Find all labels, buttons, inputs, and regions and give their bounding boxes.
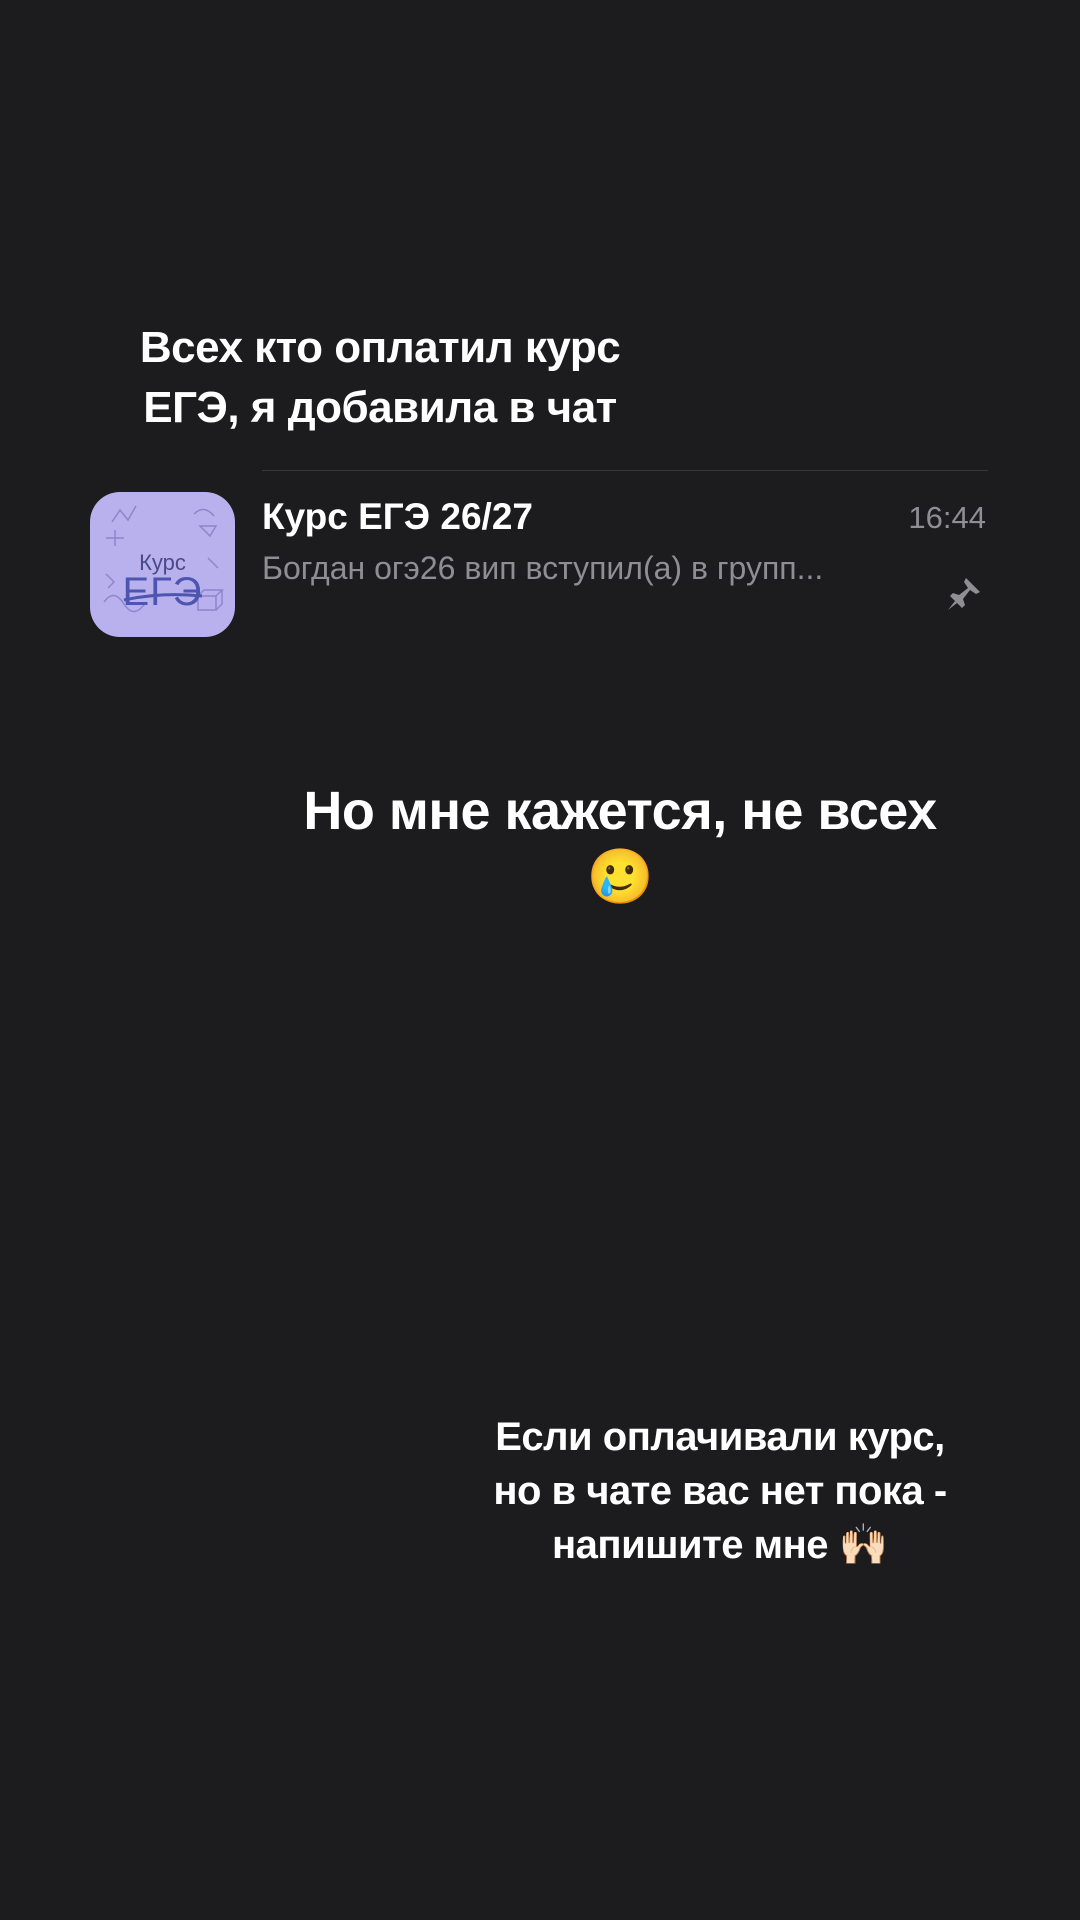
caption-bottom-line-3: напишите мне 🙌🏻: [552, 1523, 888, 1567]
caption-bottom: Если оплачивали курс, но в чате вас нет …: [440, 1410, 1000, 1572]
avatar-big-text: ЕГЭ: [122, 570, 203, 614]
caption-bottom-line-2: но в чате вас нет пока -: [493, 1469, 947, 1513]
caption-top-line-1: Всех кто оплатил курс: [139, 323, 621, 372]
caption-middle-emoji: 🥲: [586, 847, 654, 907]
divider: [262, 470, 988, 471]
chat-avatar: Курс ЕГЭ: [90, 492, 235, 637]
caption-bottom-line-1: Если оплачивали курс,: [495, 1415, 945, 1459]
chat-time: 16:44: [908, 500, 986, 535]
chat-title: Курс ЕГЭ 26/27: [262, 496, 533, 537]
pin-icon: [948, 578, 980, 610]
caption-top: Всех кто оплатил курс ЕГЭ, я добавила в …: [90, 318, 670, 438]
caption-middle-line-1: Но мне кажется, не всех: [303, 781, 937, 841]
caption-middle: Но мне кажется, не всех 🥲: [250, 778, 990, 910]
caption-top-line-2: ЕГЭ, я добавила в чат: [143, 383, 617, 432]
chat-list-item[interactable]: Курс ЕГЭ Курс ЕГЭ 26/27 16:44 Богдан огэ…: [0, 470, 1080, 650]
chat-preview: Богдан огэ26 вип вступил(а) в групп...: [262, 550, 824, 586]
